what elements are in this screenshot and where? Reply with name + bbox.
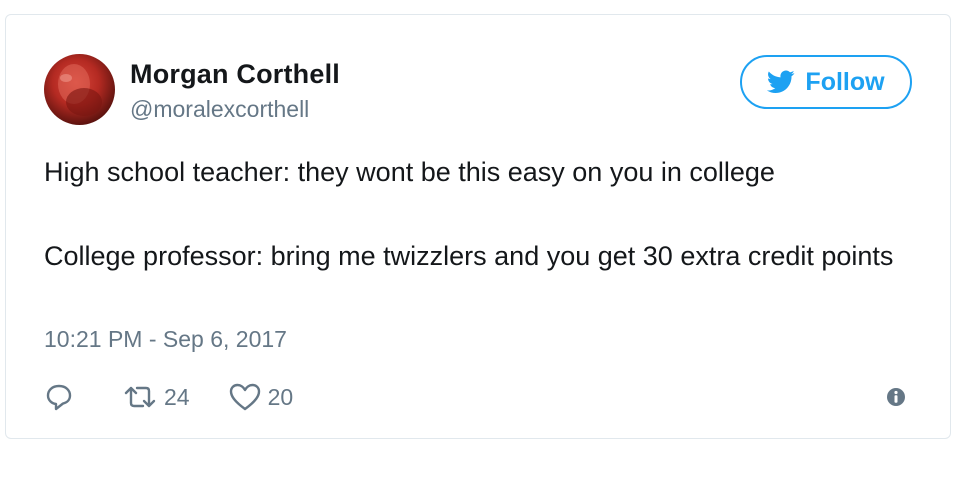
follow-label: Follow — [805, 67, 885, 96]
avatar[interactable] — [44, 54, 115, 125]
tweet-timestamp[interactable]: 10:21 PM - Sep 6, 2017 — [44, 326, 287, 353]
reply-button[interactable] — [44, 382, 74, 412]
retweet-icon — [122, 382, 158, 412]
retweet-count: 24 — [164, 383, 190, 410]
author-screen-name[interactable]: @moralexcorthell — [130, 96, 309, 123]
avatar-image — [58, 64, 102, 116]
tweet-card: Morgan Corthell @moralexcorthell Follow … — [5, 14, 951, 439]
like-button[interactable]: 20 — [228, 382, 294, 412]
twitter-bird-icon — [767, 70, 795, 94]
tweet-text-line-2: College professor: bring me twizzlers an… — [44, 241, 894, 271]
follow-button[interactable]: Follow — [740, 55, 912, 109]
author-display-name[interactable]: Morgan Corthell — [130, 59, 340, 90]
info-icon[interactable] — [886, 387, 906, 407]
retweet-button[interactable]: 24 — [122, 382, 190, 412]
tweet-text: High school teacher: they wont be this e… — [44, 151, 924, 277]
reply-icon — [44, 382, 74, 412]
heart-icon — [228, 382, 262, 412]
tweet-actions: 24 20 — [44, 379, 293, 415]
tweet-text-line-1: High school teacher: they wont be this e… — [44, 157, 775, 187]
like-count: 20 — [267, 383, 294, 410]
